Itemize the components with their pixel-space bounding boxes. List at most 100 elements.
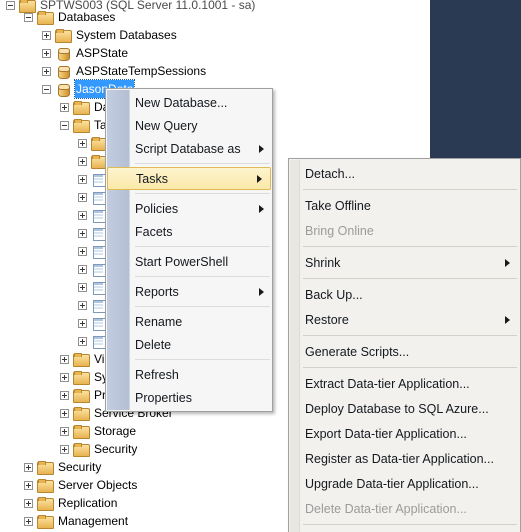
menu-item[interactable]: Import Data... (289, 528, 520, 532)
expand-icon[interactable] (42, 66, 51, 76)
menu-item-label: Deploy Database to SQL Azure... (305, 401, 489, 416)
tree-node[interactable]: Storage (0, 422, 137, 440)
folder-icon (37, 10, 54, 25)
folder-icon (37, 514, 54, 529)
menu-item-label: Export Data-tier Application... (305, 426, 467, 441)
menu-item[interactable]: Facets (106, 220, 272, 243)
menu-item[interactable]: Upgrade Data-tier Application... (289, 471, 520, 496)
expand-icon[interactable] (60, 102, 69, 112)
menu-item[interactable]: New Database... (106, 91, 272, 114)
submenu-arrow-icon (505, 315, 510, 324)
menu-item[interactable]: Start PowerShell (106, 250, 272, 273)
expand-icon[interactable] (24, 462, 33, 472)
menu-item[interactable]: Back Up... (289, 282, 520, 307)
menu-item-label: New Database... (135, 95, 228, 110)
expand-icon[interactable] (78, 264, 87, 274)
tree-node[interactable]: Server Objects (0, 476, 138, 494)
menu-item[interactable]: New Query (106, 114, 272, 137)
menu-item[interactable]: Rename (106, 310, 272, 333)
expand-icon[interactable] (60, 354, 69, 364)
menu-separator (135, 246, 270, 247)
folder-icon (73, 442, 90, 457)
menu-item[interactable]: Extract Data-tier Application... (289, 371, 520, 396)
expand-icon[interactable] (60, 408, 69, 418)
expand-icon[interactable] (42, 30, 51, 40)
menu-separator (303, 335, 517, 336)
expand-icon[interactable] (78, 228, 87, 238)
menu-item[interactable]: Take Offline (289, 193, 520, 218)
expand-icon[interactable] (78, 192, 87, 202)
folder-icon (37, 478, 54, 493)
expand-icon[interactable] (78, 300, 87, 310)
folder-icon (73, 118, 90, 133)
collapse-icon[interactable] (60, 120, 69, 130)
folder-icon (55, 28, 72, 43)
menu-item[interactable]: Deploy Database to SQL Azure... (289, 396, 520, 421)
menu-item[interactable]: Shrink (289, 250, 520, 275)
menu-item[interactable]: Export Data-tier Application... (289, 421, 520, 446)
tasks-submenu[interactable]: Detach... Take Offline Bring Online Shrink B… (288, 158, 521, 532)
tree-node[interactable]: Management (0, 512, 129, 530)
tree-node-label: Storage (94, 424, 137, 438)
tree-node[interactable]: System Databases (0, 26, 178, 44)
expand-icon[interactable] (78, 174, 87, 184)
expand-icon[interactable] (24, 498, 33, 508)
expand-icon[interactable] (24, 480, 33, 490)
menu-item[interactable]: Properties (106, 386, 272, 409)
database-context-menu[interactable]: New Database... New Query Script Database … (105, 88, 273, 412)
menu-separator (303, 278, 517, 279)
expand-icon[interactable] (78, 336, 87, 346)
menu-separator (303, 367, 517, 368)
expand-icon[interactable] (78, 138, 87, 148)
expand-icon[interactable] (78, 210, 87, 220)
menu-separator (135, 359, 270, 360)
tree-node[interactable]: Security (0, 458, 102, 476)
menu-item-label: Script Database as (135, 141, 241, 156)
folder-icon (37, 496, 54, 511)
expand-icon[interactable] (60, 390, 69, 400)
menu-item[interactable]: Register as Data-tier Application... (289, 446, 520, 471)
menu-item-label: Properties (135, 390, 192, 405)
tree-node-label: Replication (58, 496, 118, 510)
folder-icon (73, 352, 90, 367)
tree-node[interactable]: ASPState (0, 44, 129, 62)
menu-item[interactable]: Detach... (289, 161, 520, 186)
expand-icon[interactable] (24, 516, 33, 526)
menu-item[interactable]: Delete (106, 333, 272, 356)
menu-item[interactable]: Policies (106, 197, 272, 220)
collapse-icon[interactable] (24, 12, 33, 22)
expand-icon[interactable] (78, 318, 87, 328)
expand-icon[interactable] (42, 48, 51, 58)
menu-item-label: Detach... (305, 166, 356, 181)
menu-item-label: Register as Data-tier Application... (305, 451, 494, 466)
expand-icon[interactable] (60, 444, 69, 454)
collapse-icon[interactable] (42, 84, 51, 94)
menu-item-label: Policies (135, 201, 179, 216)
menu-item[interactable]: Refresh (106, 363, 272, 386)
menu-item-label: Reports (135, 284, 179, 299)
tree-node[interactable]: Replication (0, 494, 118, 512)
menu-item[interactable]: Reports (106, 280, 272, 303)
menu-item-label: Start PowerShell (135, 254, 229, 269)
menu-item[interactable]: Generate Scripts... (289, 339, 520, 364)
menu-item[interactable]: Script Database as (106, 137, 272, 160)
tree-node-label: Security (58, 460, 102, 474)
menu-item[interactable]: Tasks (107, 167, 271, 190)
menu-separator (135, 306, 270, 307)
tree-node[interactable]: ASPStateTempSessions (0, 62, 207, 80)
menu-item[interactable]: Restore (289, 307, 520, 332)
expand-icon[interactable] (78, 156, 87, 166)
submenu-arrow-icon (257, 174, 262, 183)
menu-separator (303, 524, 517, 525)
menu-item-label: Bring Online (305, 223, 374, 238)
tree-node[interactable]: Security (0, 440, 138, 458)
menu-item-label: Refresh (135, 367, 179, 382)
folder-icon (73, 100, 90, 115)
expand-icon[interactable] (78, 246, 87, 256)
expand-icon[interactable] (60, 426, 69, 436)
tree-node[interactable]: Databases (0, 8, 116, 26)
expand-icon[interactable] (60, 372, 69, 382)
folder-icon (73, 406, 90, 421)
menu-item-label: Restore (305, 312, 349, 327)
expand-icon[interactable] (78, 282, 87, 292)
